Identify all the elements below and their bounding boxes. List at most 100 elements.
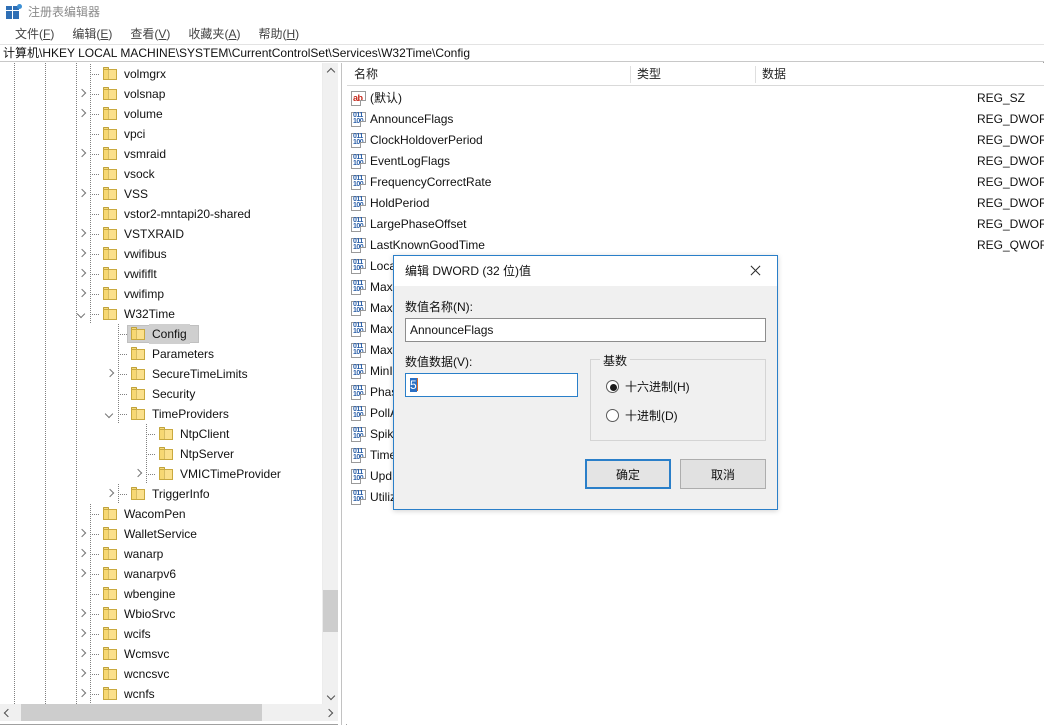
radio-hexadecimal-label: 十六进制(H): [625, 380, 690, 394]
chevron-right-icon[interactable]: [74, 244, 90, 264]
tree-item-wanarp[interactable]: wanarp: [0, 544, 322, 564]
chevron-right-icon[interactable]: [74, 284, 90, 304]
dword-value-icon: 011 100: [351, 196, 366, 211]
menu-help[interactable]: 帮助(H): [249, 24, 308, 44]
tree-item-triggerinfo[interactable]: TriggerInfo: [0, 484, 322, 504]
column-divider[interactable]: [630, 66, 631, 83]
tree-item-volmgrx[interactable]: volmgrx: [0, 64, 322, 84]
tree-horizontal-scrollbar[interactable]: [0, 704, 338, 721]
scroll-right-arrow-icon[interactable]: [321, 704, 338, 721]
tree-item-vss[interactable]: VSS: [0, 184, 322, 204]
column-header-name[interactable]: 名称: [347, 63, 378, 86]
chevron-right-icon[interactable]: [74, 544, 90, 564]
chevron-right-icon[interactable]: [74, 224, 90, 244]
table-row[interactable]: 011100ClockHoldoverPeriodREG_DWORD0x0000…: [347, 130, 1044, 151]
menu-edit[interactable]: 编辑(E): [63, 24, 121, 44]
tree-item-vwifimp[interactable]: vwifimp: [0, 284, 322, 304]
chevron-right-icon[interactable]: [74, 264, 90, 284]
chevron-right-icon[interactable]: [74, 664, 90, 684]
tree-item-w32time[interactable]: W32Time: [0, 304, 322, 324]
folder-icon: [103, 247, 119, 261]
radio-decimal-button[interactable]: [606, 409, 619, 422]
edit-dword-dialog[interactable]: 编辑 DWORD (32 位)值 数值名称(N): AnnounceFlags …: [393, 255, 778, 510]
tree-item-securetimelimits[interactable]: SecureTimeLimits: [0, 364, 322, 384]
registry-tree-panel[interactable]: volmgrx volsnap volume vpci vsmraid vsock VSS v…: [0, 63, 338, 704]
chevron-right-icon[interactable]: [74, 524, 90, 544]
radio-decimal[interactable]: 十进制(D): [606, 407, 678, 424]
tree-horizontal-scroll-thumb[interactable]: [21, 704, 262, 721]
tree-item-wcmsvc[interactable]: Wcmsvc: [0, 644, 322, 664]
tree-item-vwififlt[interactable]: vwififlt: [0, 264, 322, 284]
chevron-right-icon[interactable]: [74, 644, 90, 664]
chevron-right-icon[interactable]: [74, 84, 90, 104]
table-row[interactable]: 011100HoldPeriodREG_DWORD0x00000005 (5): [347, 193, 1044, 214]
chevron-down-icon[interactable]: [74, 304, 90, 324]
panel-splitter[interactable]: [338, 63, 346, 725]
menu-file[interactable]: 文件(F): [6, 24, 63, 44]
tree-item-wacompen[interactable]: WacomPen: [0, 504, 322, 524]
chevron-right-icon[interactable]: [74, 684, 90, 704]
folder-icon: [103, 627, 119, 641]
menu-view[interactable]: 查看(V): [121, 24, 179, 44]
tree-vertical-scrollbar[interactable]: [322, 63, 339, 704]
chevron-right-icon[interactable]: [74, 624, 90, 644]
chevron-right-icon[interactable]: [74, 184, 90, 204]
table-row[interactable]: ab(默认)REG_SZ(数值未设置): [347, 88, 1044, 109]
radio-hexadecimal-button[interactable]: [606, 380, 619, 393]
scroll-down-arrow-icon[interactable]: [323, 687, 339, 704]
scroll-up-arrow-icon[interactable]: [323, 63, 339, 80]
column-header-type[interactable]: 类型: [630, 63, 661, 86]
registry-tree[interactable]: volmgrx volsnap volume vpci vsmraid vsock VSS v…: [0, 63, 322, 704]
chevron-right-icon[interactable]: [74, 104, 90, 124]
tree-item-parameters[interactable]: Parameters: [0, 344, 322, 364]
address-bar[interactable]: 计算机\HKEY LOCAL MACHINE\SYSTEM\CurrentCon…: [0, 44, 1044, 62]
tree-item-wanarpv6[interactable]: wanarpv6: [0, 564, 322, 584]
table-row[interactable]: 011100AnnounceFlagsREG_DWORD0x00000005 (…: [347, 109, 1044, 130]
value-data-input[interactable]: 5: [405, 373, 578, 397]
tree-item-wbiosrvc[interactable]: WbioSrvc: [0, 604, 322, 624]
cancel-button[interactable]: 取消: [680, 459, 766, 489]
table-row[interactable]: 011100LastKnownGoodTimeREG_QWORD0x1d3d93…: [347, 235, 1044, 256]
tree-item-vpci[interactable]: vpci: [0, 124, 322, 144]
tree-vertical-scroll-thumb[interactable]: [323, 590, 339, 632]
close-icon[interactable]: [733, 256, 777, 286]
tree-item-walletservice[interactable]: WalletService: [0, 524, 322, 544]
tree-item-wbengine[interactable]: wbengine: [0, 584, 322, 604]
column-header-data[interactable]: 数据: [755, 63, 786, 86]
tree-item-volsnap[interactable]: volsnap: [0, 84, 322, 104]
chevron-right-icon[interactable]: [74, 564, 90, 584]
tree-item-wcnfs[interactable]: wcnfs: [0, 684, 322, 704]
chevron-right-icon[interactable]: [74, 144, 90, 164]
chevron-right-icon[interactable]: [102, 484, 118, 504]
value-name-cell: MinI: [370, 364, 393, 378]
menu-favorites[interactable]: 收藏夹(A): [179, 24, 249, 44]
tree-item-config[interactable]: Config: [0, 324, 322, 344]
tree-item-security[interactable]: Security: [0, 384, 322, 404]
tree-item-label: vpci: [124, 127, 146, 141]
table-row[interactable]: 011100LargePhaseOffsetREG_DWORD0x02faf08…: [347, 214, 1044, 235]
table-row[interactable]: 011100FrequencyCorrectRateREG_DWORD0x000…: [347, 172, 1044, 193]
tree-item-wcncsvc[interactable]: wcncsvc: [0, 664, 322, 684]
tree-item-ntpserver[interactable]: NtpServer: [0, 444, 322, 464]
tree-item-vsock[interactable]: vsock: [0, 164, 322, 184]
tree-item-vmictimeprovider[interactable]: VMICTimeProvider: [0, 464, 322, 484]
column-divider[interactable]: [755, 66, 756, 83]
chevron-right-icon[interactable]: [130, 464, 146, 484]
radio-hexadecimal[interactable]: 十六进制(H): [606, 378, 690, 395]
tree-item-ntpclient[interactable]: NtpClient: [0, 424, 322, 444]
values-list-header[interactable]: 名称 类型 数据: [347, 63, 1044, 86]
table-row[interactable]: 011100EventLogFlagsREG_DWORD0x00000002 (…: [347, 151, 1044, 172]
ok-button[interactable]: 确定: [585, 459, 671, 489]
tree-item-vstxraid[interactable]: VSTXRAID: [0, 224, 322, 244]
chevron-right-icon[interactable]: [74, 604, 90, 624]
value-name-input[interactable]: AnnounceFlags: [405, 318, 766, 342]
scroll-left-arrow-icon[interactable]: [0, 704, 17, 721]
tree-item-vstor2-mntapi20-shared[interactable]: vstor2-mntapi20-shared: [0, 204, 322, 224]
tree-item-vwifibus[interactable]: vwifibus: [0, 244, 322, 264]
tree-item-wcifs[interactable]: wcifs: [0, 624, 322, 644]
tree-item-vsmraid[interactable]: vsmraid: [0, 144, 322, 164]
chevron-right-icon[interactable]: [102, 364, 118, 384]
tree-item-timeproviders[interactable]: TimeProviders: [0, 404, 322, 424]
tree-item-volume[interactable]: volume: [0, 104, 322, 124]
chevron-down-icon[interactable]: [102, 404, 118, 424]
